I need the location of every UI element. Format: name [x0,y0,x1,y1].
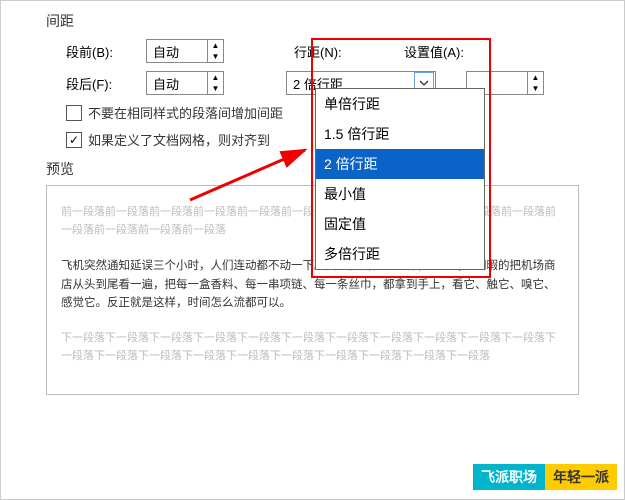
preview-gray-before: 前一段落前一段落前一段落前一段落前一段落前一段落前一段落前一段落前一段落前一段落… [61,204,564,239]
up-arrow-icon[interactable]: ▲ [208,40,223,51]
setvalue-arrows[interactable]: ▲▼ [527,72,543,94]
before-arrows[interactable]: ▲▼ [207,40,223,62]
after-arrows[interactable]: ▲▼ [207,72,223,94]
preview-body: 飞机突然通知延误三个小时，人们连动都不动一下。因为预期就是这样，于是可以闲暇的把… [61,257,564,312]
dropdown-option[interactable]: 多倍行距 [316,239,484,269]
spacing-section-title: 间距 [46,11,604,31]
spacing-before-row: 段前(B): ▲▼ 行距(N): 设置值(A): [66,39,604,63]
setvalue-label: 设置值(A): [404,42,484,61]
checkbox-checked[interactable]: ✓ [66,132,82,148]
linespace-dropdown[interactable]: 单倍行距 1.5 倍行距 2 倍行距 最小值 固定值 多倍行距 [315,88,485,270]
before-spinner[interactable]: ▲▼ [146,39,224,63]
down-arrow-icon[interactable]: ▼ [528,83,543,94]
up-arrow-icon[interactable]: ▲ [208,72,223,83]
before-label: 段前(B): [66,42,136,61]
dropdown-option-selected[interactable]: 2 倍行距 [316,149,484,179]
checkbox-unchecked[interactable] [66,105,82,121]
after-spinner[interactable]: ▲▼ [146,71,224,95]
watermark: 飞派职场 年轻一派 [473,464,617,490]
watermark-part1: 飞派职场 [473,464,545,490]
paragraph-dialog: 间距 段前(B): ▲▼ 行距(N): 设置值(A): 段后(F): ▲▼ 2 … [0,0,625,500]
before-input[interactable] [147,40,207,62]
down-arrow-icon[interactable]: ▼ [208,51,223,62]
watermark-part2: 年轻一派 [545,464,617,490]
after-label: 段后(F): [66,74,136,93]
dropdown-option[interactable]: 最小值 [316,179,484,209]
up-arrow-icon[interactable]: ▲ [528,72,543,83]
dropdown-option[interactable]: 固定值 [316,209,484,239]
preview-gray-after: 下一段落下一段落下一段落下一段落下一段落下一段落下一段落下一段落下一段落下一段落… [61,330,564,365]
preview-box: 前一段落前一段落前一段落前一段落前一段落前一段落前一段落前一段落前一段落前一段落… [46,185,579,395]
dropdown-option[interactable]: 单倍行距 [316,89,484,119]
chk1-label: 不要在相同样式的段落间增加间距 [88,103,283,122]
chk2-label: 如果定义了文档网格，则对齐到 [88,130,270,149]
linespace-label: 行距(N): [294,42,364,61]
dropdown-option[interactable]: 1.5 倍行距 [316,119,484,149]
down-arrow-icon[interactable]: ▼ [208,83,223,94]
after-input[interactable] [147,72,207,94]
